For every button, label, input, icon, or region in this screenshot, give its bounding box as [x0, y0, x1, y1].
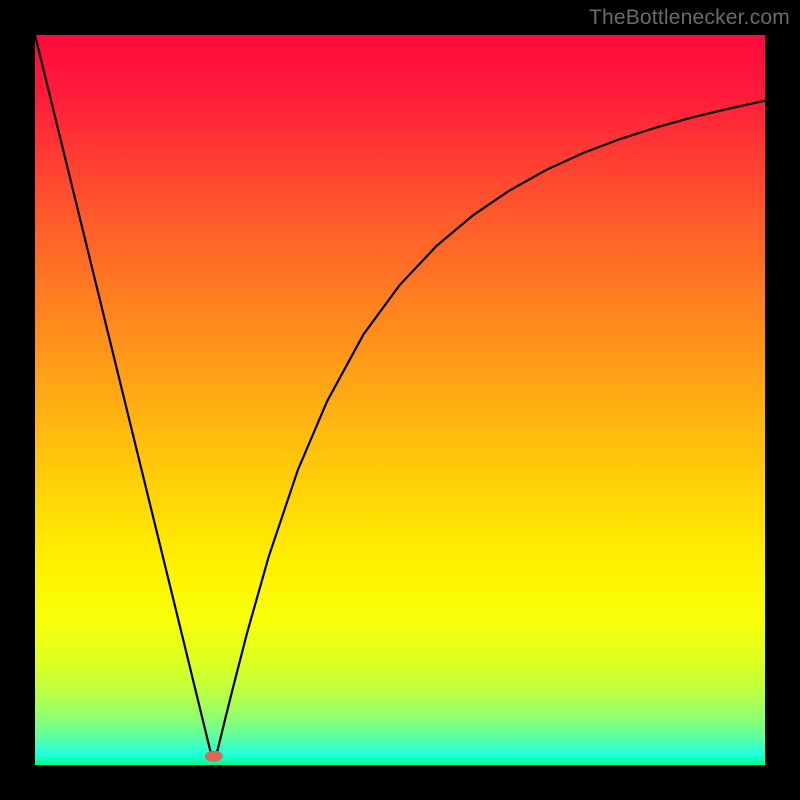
plot-area [35, 35, 765, 765]
gradient-background [35, 35, 765, 765]
minimum-marker [205, 751, 223, 762]
chart-svg [35, 35, 765, 765]
chart-frame: TheBottlenecker.com [0, 0, 800, 800]
watermark-text: TheBottlenecker.com [589, 6, 790, 30]
